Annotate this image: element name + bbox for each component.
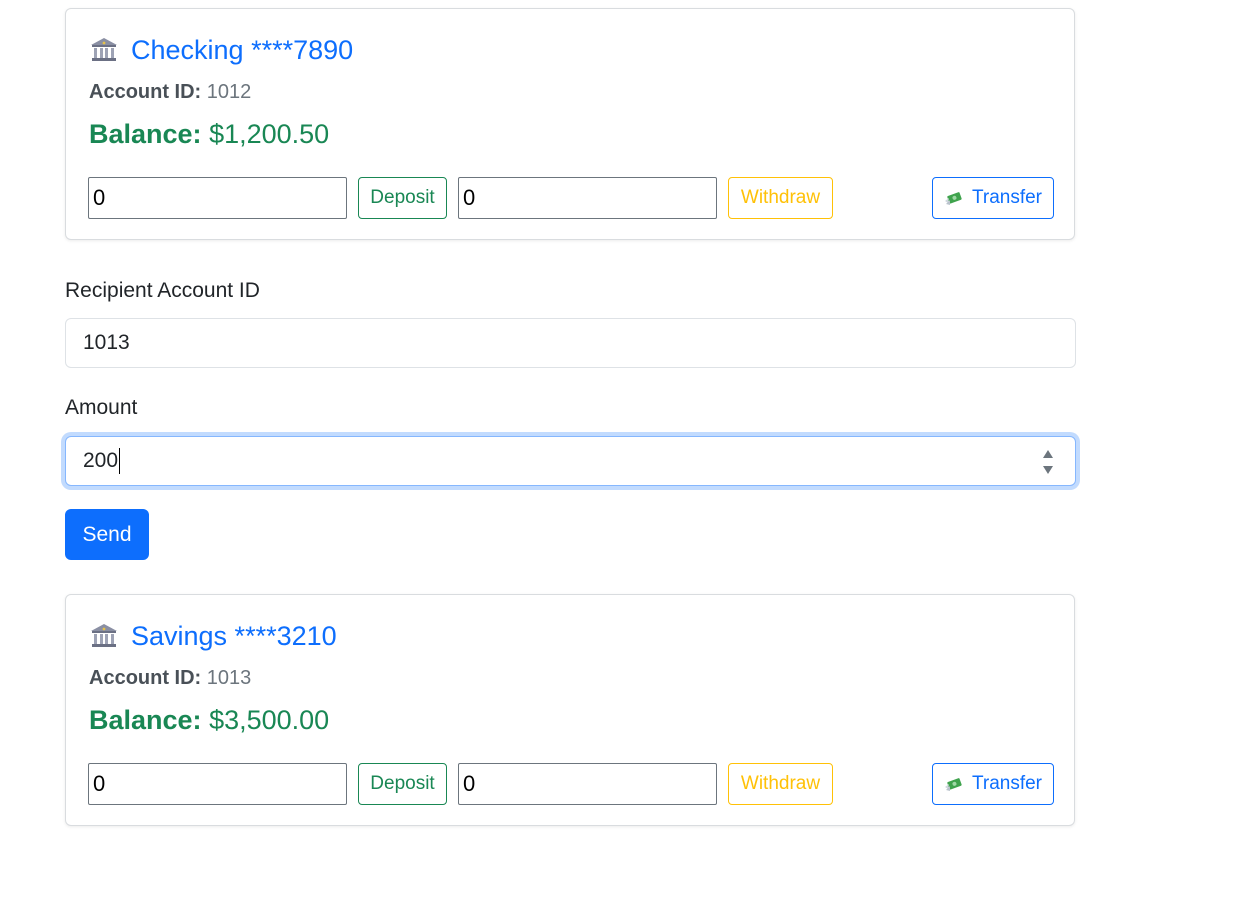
account-id-line: Account ID: 1012 [89,81,251,104]
account-card-savings: Savings ****3210 Account ID: 1013 Balanc… [65,594,1075,826]
money-with-wings-icon [944,192,962,205]
transfer-button[interactable]: Transfer [932,177,1054,219]
deposit-button[interactable]: Deposit [358,763,447,805]
account-title: Savings ****3210 [131,620,337,651]
deposit-amount-input[interactable] [88,177,347,219]
bank-icon [91,38,117,61]
balance-line: Balance: $3,500.00 [89,705,329,736]
bank-icon [91,624,117,647]
text-caret [119,448,121,474]
deposit-amount-input[interactable] [88,763,347,805]
page: Checking ****7890 Account ID: 1012 Balan… [0,0,1237,900]
balance-value: $3,500.00 [209,705,330,735]
balance-line: Balance: $1,200.50 [89,119,329,150]
amount-input[interactable]: 200 [65,436,1076,486]
account-id-line: Account ID: 1013 [89,667,251,690]
withdraw-amount-input[interactable] [458,763,717,805]
account-card-title: Savings ****3210 [89,619,337,653]
deposit-button[interactable]: Deposit [358,177,447,219]
send-button[interactable]: Send [65,509,149,560]
number-stepper-icon[interactable] [1042,448,1054,476]
account-card-checking: Checking ****7890 Account ID: 1012 Balan… [65,8,1075,240]
balance-value: $1,200.50 [209,119,330,149]
withdraw-button[interactable]: Withdraw [728,177,833,219]
transfer-button-label: Transfer [971,773,1043,794]
account-id-label: Account ID: [89,81,202,103]
account-title: Checking ****7890 [131,34,354,65]
amount-label: Amount [65,396,138,419]
balance-label: Balance: [89,705,202,735]
withdraw-button[interactable]: Withdraw [728,763,833,805]
account-id-value: 1013 [206,667,252,689]
recipient-account-input[interactable]: 1013 [65,318,1076,368]
account-id-value: 1012 [206,81,252,103]
recipient-account-value: 1013 [83,331,130,354]
transfer-button[interactable]: Transfer [932,763,1054,805]
account-card-title: Checking ****7890 [89,33,353,67]
account-id-label: Account ID: [89,667,202,689]
withdraw-amount-input[interactable] [458,177,717,219]
money-with-wings-icon [944,778,962,791]
transfer-button-label: Transfer [971,187,1043,208]
balance-label: Balance: [89,119,202,149]
amount-value: 200 [83,449,119,472]
recipient-label: Recipient Account ID [65,279,260,302]
